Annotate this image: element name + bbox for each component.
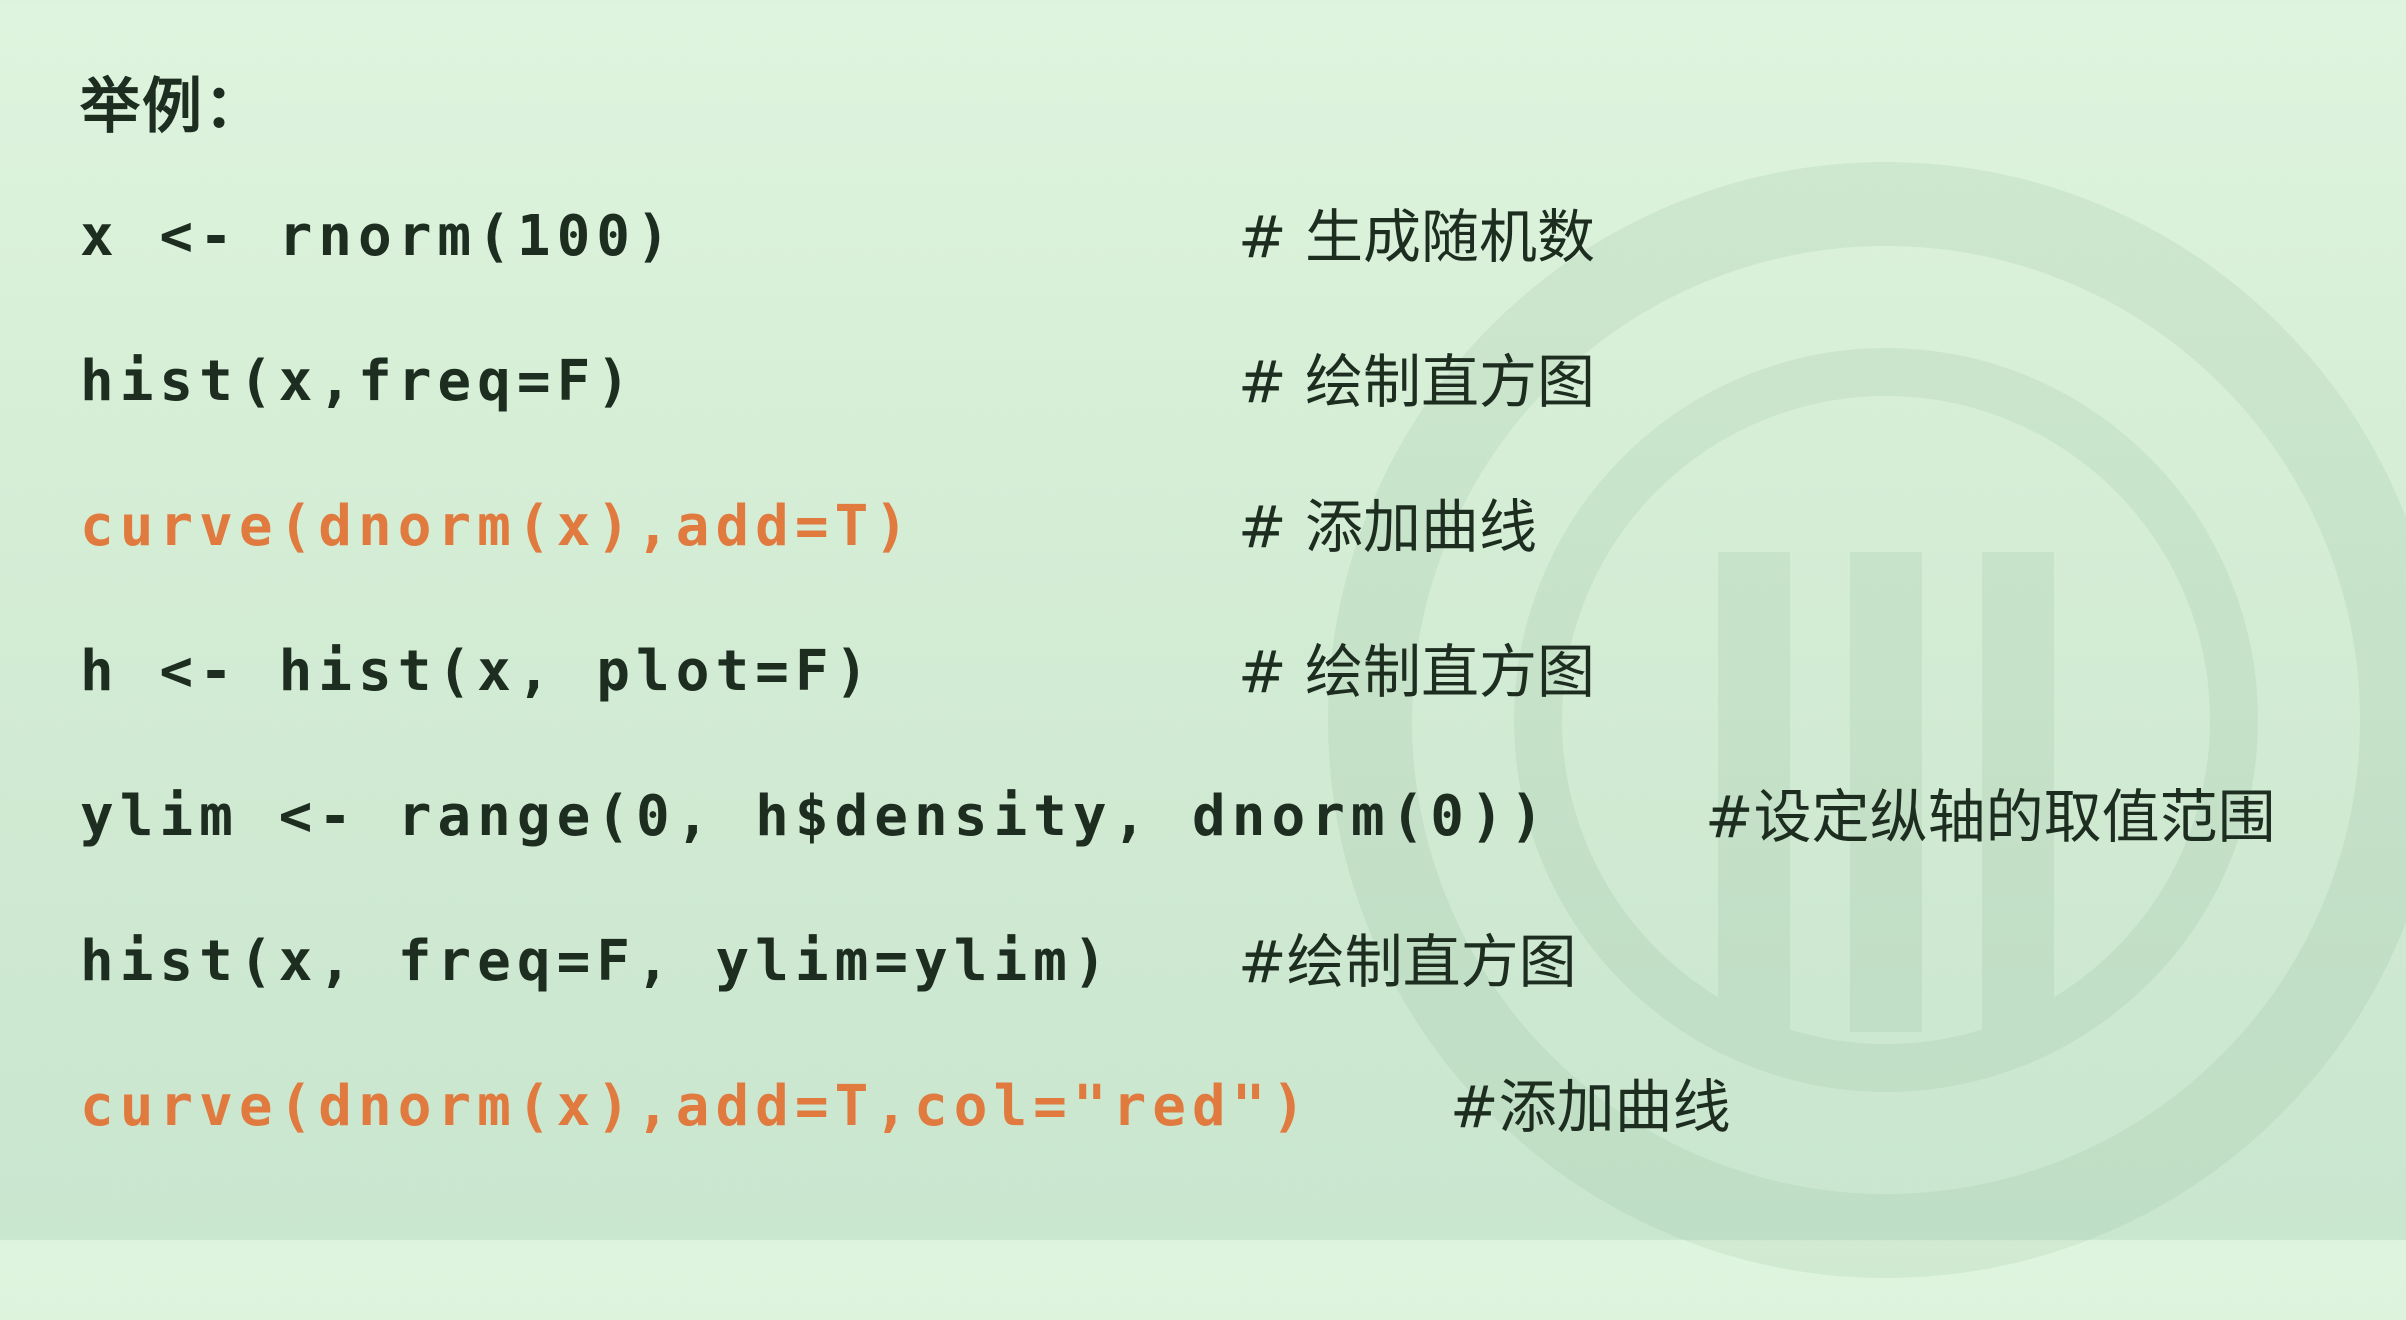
code-text: hist(x,freq=F) — [80, 349, 637, 414]
code-text: hist(x, freq=F, ylim=ylim) — [80, 929, 1113, 994]
code-text: ylim <- range(0, h$density, dnorm(0)) — [80, 784, 1550, 849]
code-text-highlighted: curve(dnorm(x),add=T) — [80, 494, 915, 559]
code-comment: #设定纵轴的取值范围 — [1705, 783, 2276, 851]
code-comment: # 绘制直方图 — [1238, 638, 1596, 706]
code-comment: # 绘制直方图 — [1238, 348, 1596, 416]
slide-heading: 举例： — [80, 72, 266, 142]
code-text-highlighted: curve(dnorm(x),add=T,col="red") — [80, 1074, 1312, 1139]
code-comment: # 添加曲线 — [1238, 493, 1538, 561]
code-text: h <- hist(x, plot=F) — [80, 639, 875, 704]
slide: 举例： x <- rnorm(100) # 生成随机数 hist(x,freq=… — [0, 0, 2406, 1240]
code-comment: # 生成随机数 — [1238, 203, 1596, 271]
code-comment: #绘制直方图 — [1238, 928, 1577, 996]
code-text: x <- rnorm(100) — [80, 204, 676, 269]
code-comment: #添加曲线 — [1450, 1073, 1731, 1141]
